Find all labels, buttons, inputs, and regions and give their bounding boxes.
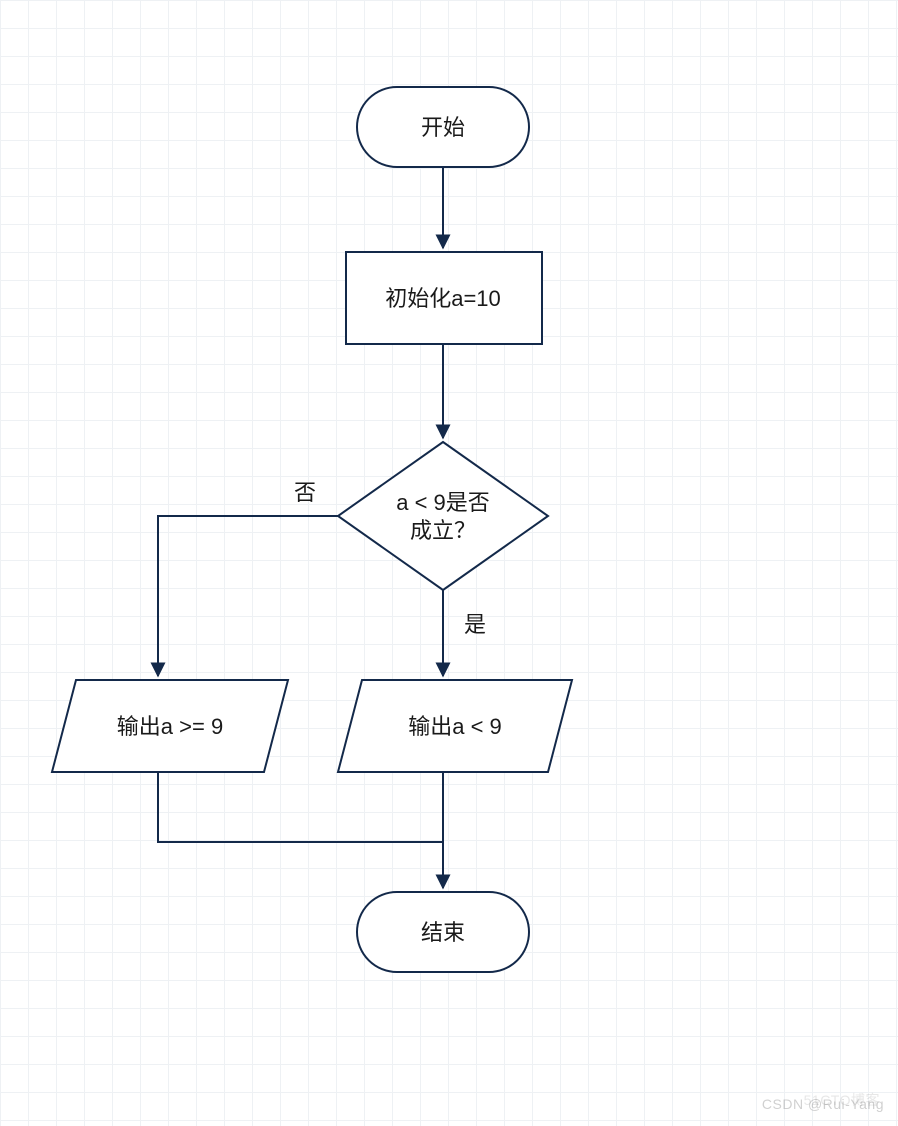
start-label: 开始	[421, 115, 465, 140]
flowchart-svg: 开始 初始化a=10 a < 9是否 成立？ 否 是 输出a >= 9 输出a …	[0, 0, 898, 1126]
output-right-node: 输出a < 9	[338, 680, 572, 772]
output-left-node: 输出a >= 9	[52, 680, 288, 772]
edge-yes-label: 是	[464, 612, 486, 637]
edge-outleft-merge	[158, 772, 443, 842]
edge-yes: 是	[443, 590, 486, 676]
edge-no: 否	[158, 480, 338, 676]
end-node: 结束	[357, 892, 529, 972]
init-node: 初始化a=10	[346, 252, 542, 344]
output-left-label: 输出a >= 9	[117, 714, 223, 739]
decision-line2: 成立？	[410, 518, 476, 543]
edge-no-label: 否	[294, 480, 316, 505]
decision-node: a < 9是否 成立？	[338, 442, 548, 590]
init-label: 初始化a=10	[385, 286, 501, 311]
decision-line1: a < 9是否	[396, 490, 490, 515]
end-label: 结束	[421, 920, 465, 945]
flowchart-canvas: 开始 初始化a=10 a < 9是否 成立？ 否 是 输出a >= 9 输出a …	[0, 0, 898, 1126]
output-right-label: 输出a < 9	[408, 714, 502, 739]
start-node: 开始	[357, 87, 529, 167]
